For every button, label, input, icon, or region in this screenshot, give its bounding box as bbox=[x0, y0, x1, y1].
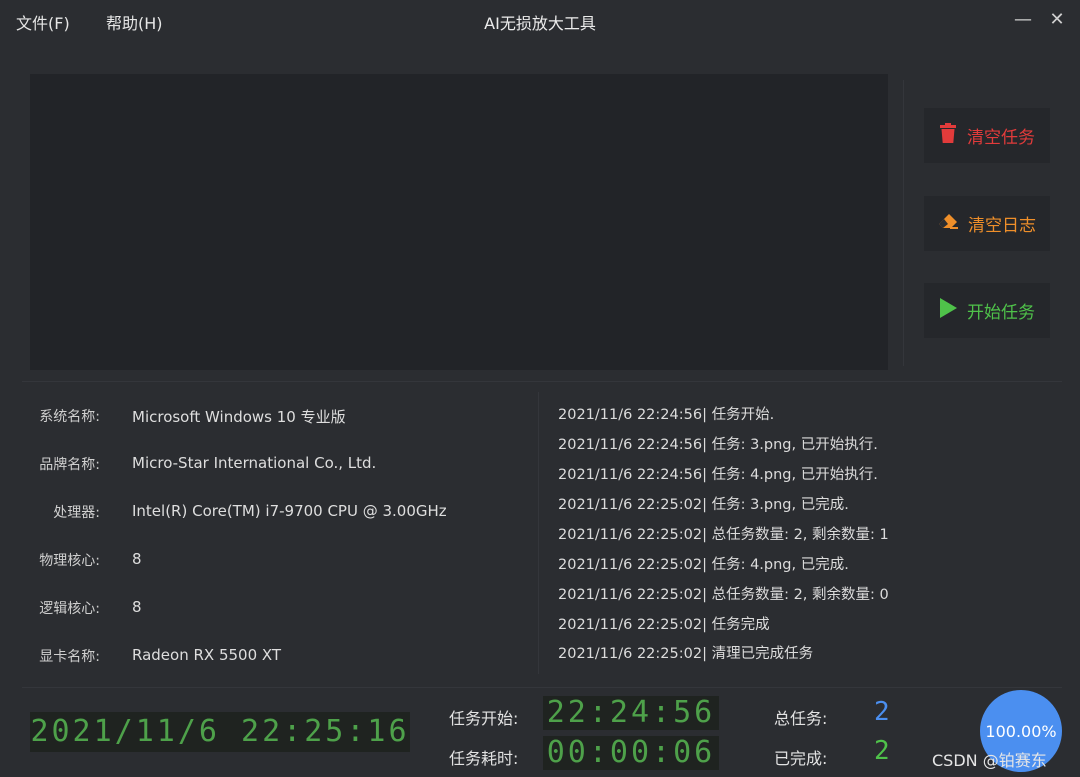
minimize-button[interactable]: — bbox=[1011, 8, 1035, 32]
total-tasks-label: 总任务: bbox=[774, 709, 828, 728]
task-start-display: 22:24:56 bbox=[543, 696, 719, 730]
done-tasks-count: 2 bbox=[874, 736, 890, 766]
info-label: 处理器: bbox=[53, 505, 100, 521]
info-value: Micro-Star International Co., Ltd. bbox=[132, 454, 377, 472]
info-label: 逻辑核心: bbox=[39, 601, 100, 617]
start-tasks-label: 开始任务 bbox=[967, 303, 1035, 323]
info-label: 系统名称: bbox=[39, 409, 100, 425]
clock-display: 2021/11/6 22:25:16 bbox=[30, 712, 410, 752]
divider bbox=[22, 687, 1062, 688]
menu-help[interactable]: 帮助(H) bbox=[106, 10, 163, 34]
info-label: 品牌名称: bbox=[39, 457, 100, 473]
done-tasks-label: 已完成: bbox=[774, 749, 828, 768]
elapsed-label: 任务耗时: bbox=[449, 749, 519, 768]
menu-file[interactable]: 文件(F) bbox=[16, 10, 70, 34]
close-button[interactable]: ✕ bbox=[1045, 8, 1069, 32]
info-value: 8 bbox=[132, 598, 142, 616]
log-line: 2021/11/6 22:25:02| 总任务数量: 2, 剩余数量: 1 bbox=[558, 527, 889, 543]
log-line: 2021/11/6 22:25:02| 总任务数量: 2, 剩余数量: 0 bbox=[558, 587, 889, 603]
title-bar: 文件(F) 帮助(H) AI无损放大工具 — ✕ bbox=[0, 0, 1080, 40]
divider bbox=[538, 392, 539, 674]
info-label: 物理核心: bbox=[39, 553, 100, 569]
info-value: Radeon RX 5500 XT bbox=[132, 646, 282, 664]
play-icon bbox=[939, 298, 957, 323]
log-line: 2021/11/6 22:24:56| 任务: 3.png, 已开始执行. bbox=[558, 437, 878, 453]
info-label: 显卡名称: bbox=[39, 649, 100, 665]
log-line: 2021/11/6 22:25:02| 任务: 4.png, 已完成. bbox=[558, 557, 849, 573]
elapsed-display: 00:00:06 bbox=[543, 736, 719, 770]
watermark: CSDN @铂赛东 bbox=[932, 751, 1047, 770]
log-line: 2021/11/6 22:24:56| 任务开始. bbox=[558, 407, 775, 423]
log-line: 2021/11/6 22:25:02| 清理已完成任务 bbox=[558, 646, 814, 662]
divider bbox=[22, 381, 1062, 382]
info-value: Intel(R) Core(TM) i7-9700 CPU @ 3.00GHz bbox=[132, 502, 447, 520]
info-value: Microsoft Windows 10 专业版 bbox=[132, 408, 346, 426]
task-preview-area[interactable] bbox=[30, 74, 888, 370]
progress-text: 100.00% bbox=[985, 721, 1057, 741]
clear-tasks-button[interactable]: 清空任务 bbox=[924, 108, 1050, 163]
start-tasks-button[interactable]: 开始任务 bbox=[924, 283, 1050, 338]
task-start-label: 任务开始: bbox=[449, 709, 519, 728]
log-line: 2021/11/6 22:25:02| 任务完成 bbox=[558, 617, 770, 633]
total-tasks-count: 2 bbox=[874, 697, 890, 727]
divider bbox=[903, 80, 904, 366]
clear-tasks-label: 清空任务 bbox=[967, 128, 1035, 148]
info-value: 8 bbox=[132, 550, 142, 568]
log-line: 2021/11/6 22:24:56| 任务: 4.png, 已开始执行. bbox=[558, 467, 878, 483]
eraser-icon bbox=[938, 213, 958, 234]
clear-log-button[interactable]: 清空日志 bbox=[924, 196, 1050, 251]
trash-icon bbox=[939, 123, 957, 148]
clear-log-label: 清空日志 bbox=[968, 216, 1036, 236]
log-line: 2021/11/6 22:25:02| 任务: 3.png, 已完成. bbox=[558, 497, 849, 513]
